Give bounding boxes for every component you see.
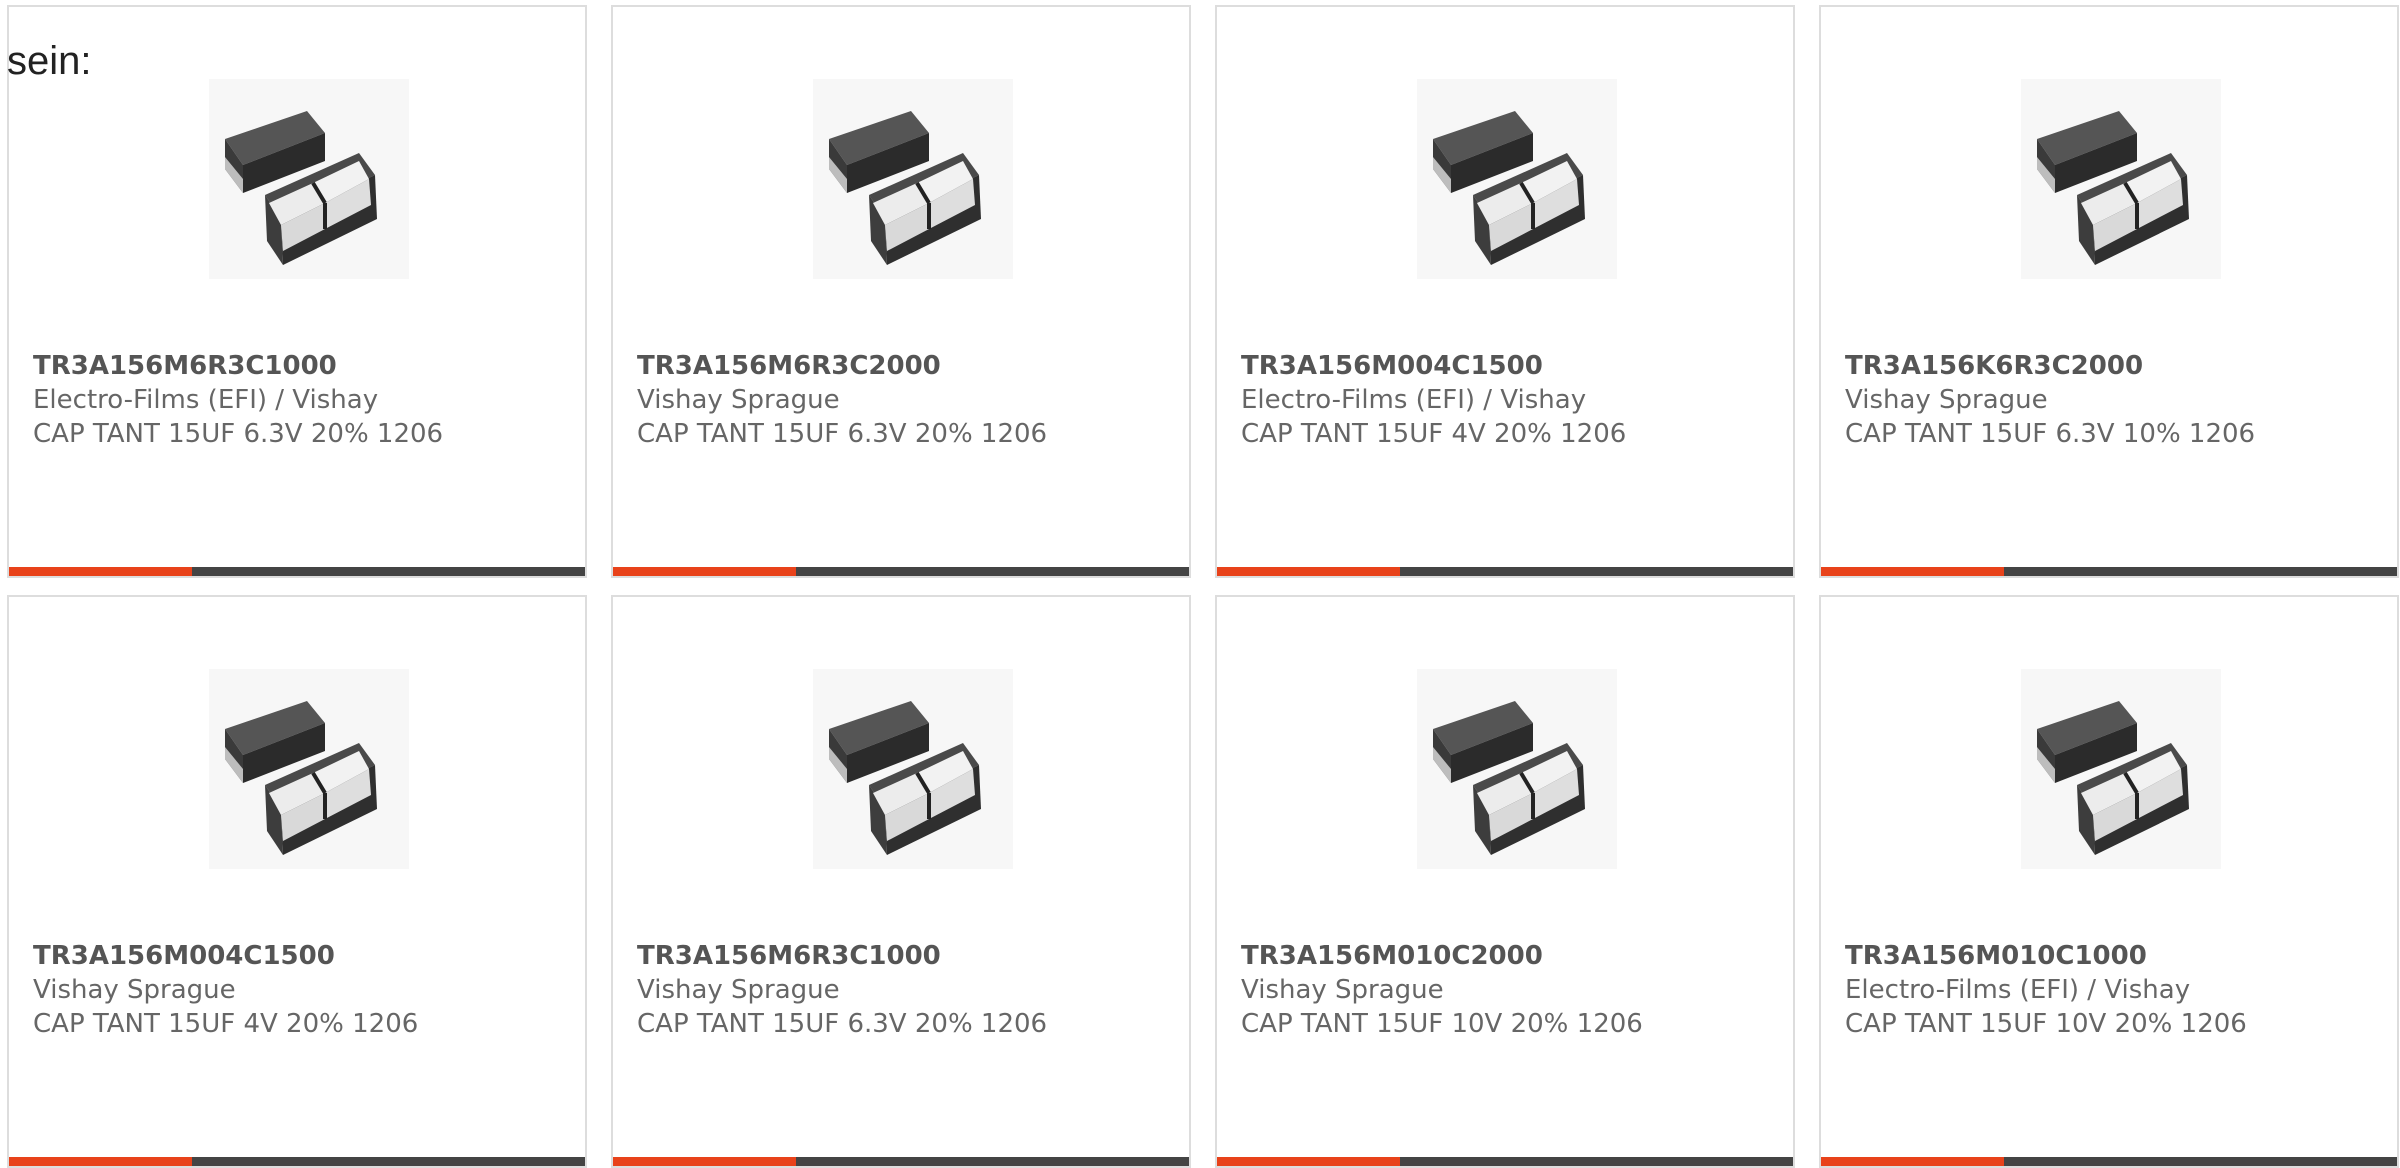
card-accent-bar: [9, 1157, 192, 1166]
product-manufacturer: Electro-Films (EFI) / Vishay: [33, 385, 379, 415]
product-card[interactable]: TR3A156M6R3C1000 Vishay Sprague CAP TANT…: [611, 595, 1191, 1168]
product-description: CAP TANT 15UF 4V 20% 1206: [1241, 419, 1627, 449]
card-bottom-bar: [1821, 1157, 2397, 1166]
card-bottom-bar: [1217, 567, 1793, 576]
capacitor-chip-image: [1417, 79, 1617, 279]
card-bottom-bar: [1821, 567, 2397, 576]
capacitor-chip-image: [2021, 669, 2221, 869]
capacitor-chip-image: [2021, 79, 2221, 279]
card-accent-bar: [1217, 567, 1400, 576]
product-card[interactable]: TR3A156M010C2000 Vishay Sprague CAP TANT…: [1215, 595, 1795, 1168]
product-description: CAP TANT 15UF 6.3V 20% 1206: [33, 419, 444, 449]
product-part-number[interactable]: TR3A156M6R3C1000: [33, 349, 569, 383]
card-accent-bar: [9, 567, 192, 576]
product-manufacturer: Vishay Sprague: [33, 975, 236, 1005]
card-bottom-bar: [9, 1157, 585, 1166]
capacitor-chip-image: [813, 669, 1013, 869]
product-manufacturer: Vishay Sprague: [637, 975, 840, 1005]
product-description: CAP TANT 15UF 10V 20% 1206: [1845, 1009, 2247, 1039]
card-accent-bar: [1821, 1157, 2004, 1166]
card-accent-bar: [1217, 1157, 1400, 1166]
product-description: CAP TANT 15UF 4V 20% 1206: [33, 1009, 419, 1039]
card-accent-bar: [1821, 567, 2004, 576]
product-card[interactable]: TR3A156M004C1500 Electro-Films (EFI) / V…: [1215, 5, 1795, 578]
product-part-number[interactable]: TR3A156M6R3C1000: [637, 939, 1173, 973]
capacitor-chip-image: [813, 79, 1013, 279]
product-part-number[interactable]: TR3A156M010C1000: [1845, 939, 2381, 973]
product-part-number[interactable]: TR3A156M6R3C2000: [637, 349, 1173, 383]
product-part-number[interactable]: TR3A156M004C1500: [1241, 349, 1777, 383]
product-card[interactable]: TR3A156M6R3C1000 Electro-Films (EFI) / V…: [7, 5, 587, 578]
product-part-number[interactable]: TR3A156K6R3C2000: [1845, 349, 2381, 383]
product-part-number[interactable]: TR3A156M010C2000: [1241, 939, 1777, 973]
product-card[interactable]: TR3A156M010C1000 Electro-Films (EFI) / V…: [1819, 595, 2399, 1168]
product-card[interactable]: TR3A156K6R3C2000 Vishay Sprague CAP TANT…: [1819, 5, 2399, 578]
card-bottom-bar: [9, 567, 585, 576]
product-manufacturer: Vishay Sprague: [637, 385, 840, 415]
capacitor-chip-image: [209, 79, 409, 279]
product-description: CAP TANT 15UF 10V 20% 1206: [1241, 1009, 1643, 1039]
product-manufacturer: Vishay Sprague: [1845, 385, 2048, 415]
intro-text: sein:: [7, 39, 92, 83]
product-part-number[interactable]: TR3A156M004C1500: [33, 939, 569, 973]
product-description: CAP TANT 15UF 6.3V 10% 1206: [1845, 419, 2256, 449]
card-accent-bar: [613, 567, 796, 576]
product-manufacturer: Electro-Films (EFI) / Vishay: [1241, 385, 1587, 415]
card-bottom-bar: [613, 567, 1189, 576]
product-description: CAP TANT 15UF 6.3V 20% 1206: [637, 419, 1048, 449]
card-bottom-bar: [613, 1157, 1189, 1166]
capacitor-chip-image: [1417, 669, 1617, 869]
product-manufacturer: Vishay Sprague: [1241, 975, 1444, 1005]
product-manufacturer: Electro-Films (EFI) / Vishay: [1845, 975, 2191, 1005]
product-description: CAP TANT 15UF 6.3V 20% 1206: [637, 1009, 1048, 1039]
product-card[interactable]: TR3A156M004C1500 Vishay Sprague CAP TANT…: [7, 595, 587, 1168]
capacitor-chip-image: [209, 669, 409, 869]
card-accent-bar: [613, 1157, 796, 1166]
card-bottom-bar: [1217, 1157, 1793, 1166]
product-card[interactable]: TR3A156M6R3C2000 Vishay Sprague CAP TANT…: [611, 5, 1191, 578]
